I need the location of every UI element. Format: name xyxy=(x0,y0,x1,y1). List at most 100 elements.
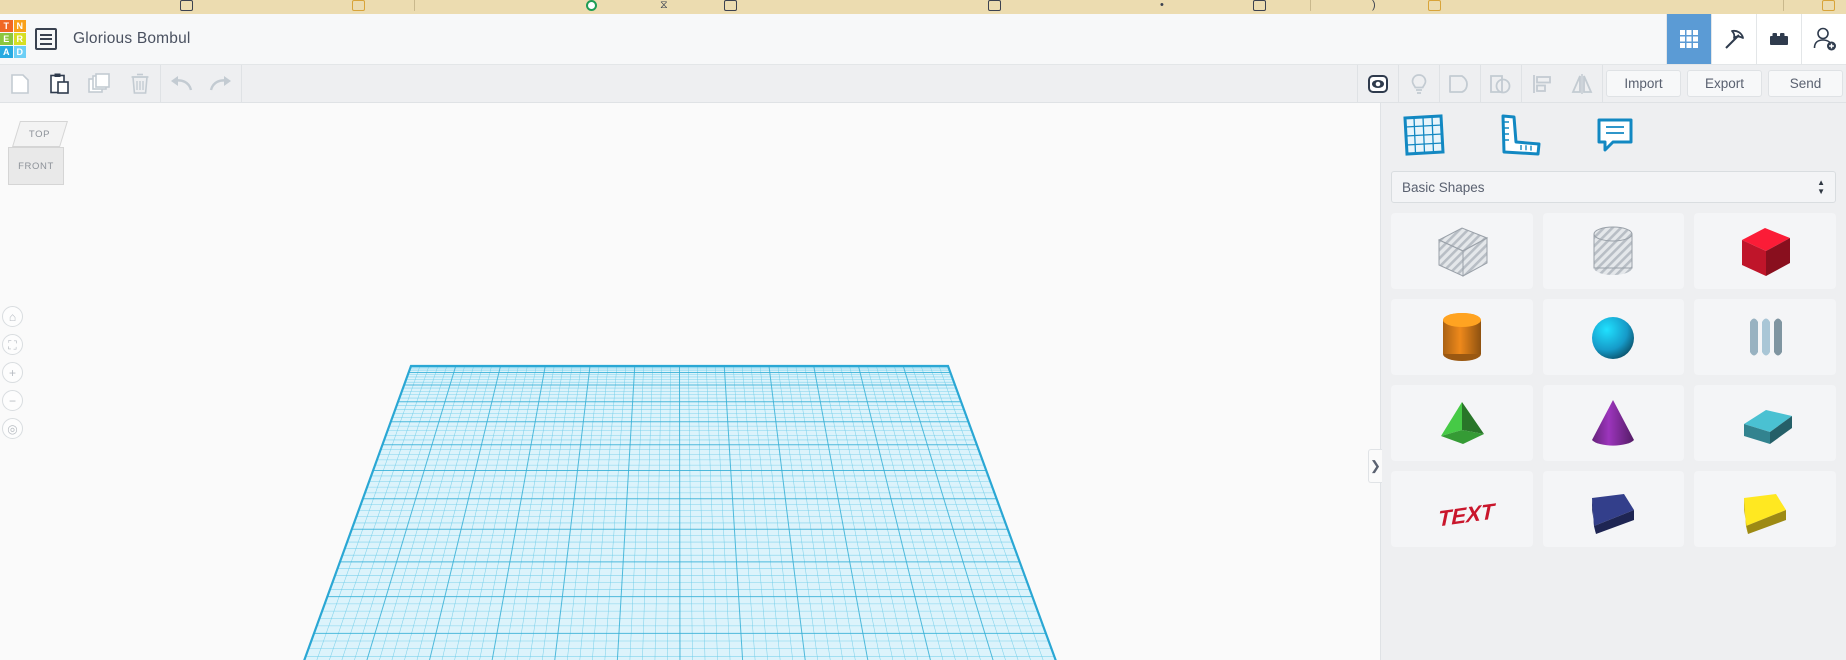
duplicate-button[interactable] xyxy=(80,65,120,102)
toolbar-right-group: Import Export Send xyxy=(1357,65,1846,102)
toolbar-divider-2 xyxy=(241,65,242,102)
user-add-icon xyxy=(1813,27,1836,51)
redo-arrow-icon xyxy=(209,75,231,90)
undo-button[interactable] xyxy=(161,65,201,102)
shape-wedge-navy[interactable] xyxy=(1542,471,1685,547)
minecraft-button[interactable] xyxy=(1711,14,1756,64)
view-cube-top-face[interactable]: TOP xyxy=(12,121,68,147)
tinkercad-logo[interactable]: T N E R A D xyxy=(0,20,26,58)
bookmark-separator-3 xyxy=(1783,0,1784,11)
view-cube[interactable]: TOP FRONT xyxy=(8,121,68,187)
ruler-tool[interactable] xyxy=(1497,114,1541,156)
bookmark-folder-6[interactable] xyxy=(1428,0,1441,11)
design-canvas[interactable]: TOP FRONT ⌂ ⛶ + − ◎ xyxy=(0,103,1380,660)
bookmark-glyph-paren[interactable]: ) xyxy=(1372,0,1376,11)
logo-tile-2: E xyxy=(0,33,13,45)
copy-button[interactable] xyxy=(0,65,40,102)
align-button[interactable] xyxy=(1522,65,1562,102)
view-cube-front-face[interactable]: FRONT xyxy=(8,147,64,185)
grid-view-button[interactable] xyxy=(1666,14,1711,64)
bookmark-separator-2 xyxy=(1310,0,1311,11)
show-hide-button[interactable] xyxy=(1358,65,1398,102)
export-button[interactable]: Export xyxy=(1687,70,1762,97)
list-icon[interactable] xyxy=(35,28,57,50)
import-button[interactable]: Import xyxy=(1606,70,1681,97)
mirror-flip-icon xyxy=(1571,73,1593,94)
zoom-out-button[interactable]: − xyxy=(2,390,23,411)
send-to-button[interactable]: Send xyxy=(1768,70,1843,97)
shapes-panel: ❯ Basic Shapes ▲ ▼ TEXT xyxy=(1368,103,1846,660)
shape-roof-teal[interactable] xyxy=(1694,385,1836,461)
pickaxe-icon xyxy=(1725,29,1744,49)
invite-user-button[interactable] xyxy=(1801,14,1846,64)
redo-button[interactable] xyxy=(201,65,241,102)
notes-tool[interactable] xyxy=(1593,114,1637,156)
main-toolbar: Import Export Send xyxy=(0,65,1846,103)
bookmark-folder-2[interactable] xyxy=(352,0,365,11)
workspace: TOP FRONT ⌂ ⛶ + − ◎ ❯ Basic Shapes ▲ ▼ T… xyxy=(0,103,1846,660)
undo-arrow-icon xyxy=(171,75,193,90)
eye-icon xyxy=(1368,74,1388,93)
orbit-button[interactable]: ◎ xyxy=(2,418,23,439)
logo-tile-0: T xyxy=(0,20,13,32)
group-button[interactable] xyxy=(1440,65,1480,102)
ungroup-shapes-icon xyxy=(1490,74,1511,93)
canvas-nav-tools: ⌂ ⛶ + − ◎ xyxy=(2,306,23,439)
bookmark-green-circle[interactable] xyxy=(586,0,597,11)
group-shapes-icon xyxy=(1449,74,1468,93)
shape-text-red[interactable]: TEXT xyxy=(1391,471,1533,547)
align-icon xyxy=(1533,74,1551,93)
lego-brick-icon xyxy=(1770,33,1788,45)
fit-view-button[interactable]: ⛶ xyxy=(2,334,23,355)
mirror-button[interactable] xyxy=(1562,65,1602,102)
paste-button[interactable] xyxy=(40,65,80,102)
highlight-button[interactable] xyxy=(1399,65,1439,102)
logo-tile-1: N xyxy=(13,20,26,32)
header-actions xyxy=(1666,14,1846,64)
bookmark-glyph-dash[interactable]: • xyxy=(1160,0,1164,11)
bookmark-folder-4[interactable] xyxy=(988,0,1001,11)
shape-category-select[interactable]: Basic Shapes ▲ ▼ xyxy=(1391,171,1836,203)
shape-sphere-blue[interactable] xyxy=(1542,299,1685,375)
logo-tile-3: R xyxy=(13,33,26,45)
toolbar-divider-8 xyxy=(1602,65,1603,102)
note-icon xyxy=(1597,118,1633,152)
panel-tools xyxy=(1381,103,1846,167)
shape-pyramid-green[interactable] xyxy=(1391,385,1533,461)
bookmark-glyph-j[interactable]: ⧖ xyxy=(660,0,668,11)
shape-box-red[interactable] xyxy=(1694,213,1836,289)
workplane-grid xyxy=(300,364,1060,660)
ruler-icon xyxy=(1501,114,1541,156)
shape-category-value: Basic Shapes xyxy=(1402,179,1485,195)
delete-button[interactable] xyxy=(120,65,160,102)
clipboard-paste-icon xyxy=(50,73,69,94)
duplicate-icon xyxy=(88,72,110,93)
bookmark-folder-1[interactable] xyxy=(180,0,193,11)
shape-cylinder-orange[interactable] xyxy=(1391,299,1533,375)
bookmark-folder-5[interactable] xyxy=(1253,0,1266,11)
panel-collapse-toggle[interactable]: ❯ xyxy=(1368,449,1382,483)
trash-icon xyxy=(131,73,149,94)
bookmark-folder-7[interactable] xyxy=(1822,0,1835,11)
shape-box-hole[interactable] xyxy=(1391,213,1533,289)
chevron-updown-icon: ▲ ▼ xyxy=(1817,177,1825,196)
browser-bookmark-bar: ⧖ •) xyxy=(0,0,1846,14)
page-title: Glorious Bombul xyxy=(73,30,191,47)
shape-wedge-yellow[interactable] xyxy=(1694,471,1836,547)
bookmark-folder-3[interactable] xyxy=(724,0,737,11)
grid-icon xyxy=(1680,30,1698,48)
shapes-grid: TEXT xyxy=(1381,213,1846,660)
panel-category-wrap: Basic Shapes ▲ ▼ xyxy=(1381,167,1846,213)
view-cube-top-label: TOP xyxy=(29,128,51,140)
bricks-button[interactable] xyxy=(1756,14,1801,64)
logo-tile-4: A xyxy=(0,46,13,58)
home-view-button[interactable]: ⌂ xyxy=(2,306,23,327)
shape-cone-purple[interactable] xyxy=(1542,385,1685,461)
zoom-in-button[interactable]: + xyxy=(2,362,23,383)
copy-icon xyxy=(11,73,29,94)
workplane-tool[interactable] xyxy=(1401,114,1445,156)
ungroup-button[interactable] xyxy=(1481,65,1521,102)
bookmark-separator-1 xyxy=(414,0,415,11)
shape-tube-grey[interactable] xyxy=(1694,299,1836,375)
shape-cylinder-hole[interactable] xyxy=(1542,213,1685,289)
